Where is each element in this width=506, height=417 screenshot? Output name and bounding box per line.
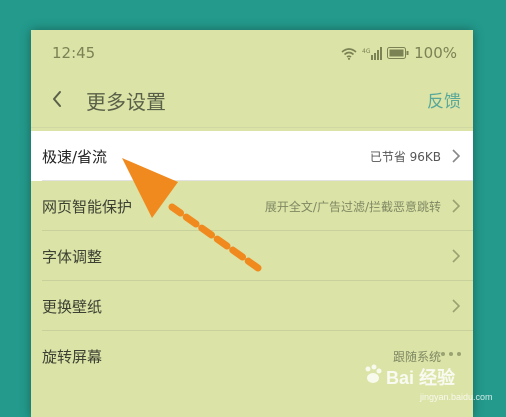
page-title: 更多设置 (86, 90, 166, 114)
setting-row-rotate-screen[interactable]: 旋转屏幕 跟随系统 (31, 331, 473, 381)
svg-text:4G: 4G (362, 48, 371, 55)
feedback-link[interactable]: 反馈 (427, 87, 461, 112)
setting-row-font-size[interactable]: 字体调整 (31, 231, 473, 281)
chevron-right-icon (452, 149, 460, 163)
chevron-right-icon (452, 199, 460, 213)
setting-value: 展开全文/广告过滤/拦截恶意跳转 (264, 200, 441, 214)
status-bar: 12:45 4G 100% (31, 30, 473, 76)
back-icon[interactable] (47, 88, 69, 110)
status-time: 12:45 (52, 44, 96, 62)
chevron-right-icon (452, 299, 460, 313)
setting-value: 已节省 96KB (369, 150, 441, 164)
setting-row-smart-protection[interactable]: 网页智能保护 展开全文/广告过滤/拦截恶意跳转 (31, 181, 473, 231)
signal-icon: 4G (362, 46, 383, 60)
settings-list: 极速/省流 已节省 96KB 网页智能保护 展开全文/广告过滤/拦截恶意跳转 字… (31, 131, 473, 381)
setting-label: 字体调整 (42, 248, 103, 266)
setting-row-wallpaper[interactable]: 更换壁纸 (31, 281, 473, 331)
setting-label: 极速/省流 (42, 148, 108, 166)
status-icons: 4G 100% (341, 44, 457, 62)
chevron-right-icon (452, 249, 460, 263)
more-icon (441, 352, 461, 356)
setting-label: 网页智能保护 (42, 198, 133, 216)
battery-level: 100% (414, 44, 457, 62)
phone-screen: 12:45 4G 100% 更多设置 反馈 极速/省流 已节省 96KB 网页智… (31, 30, 473, 417)
wifi-icon (341, 47, 357, 60)
setting-value: 跟随系统 (392, 350, 441, 364)
setting-label: 旋转屏幕 (42, 348, 103, 366)
nav-bar: 更多设置 反馈 (31, 76, 473, 122)
setting-row-speed-saving[interactable]: 极速/省流 已节省 96KB (31, 131, 473, 181)
header-divider (31, 127, 473, 128)
setting-label: 更换壁纸 (42, 298, 103, 316)
battery-icon (387, 47, 409, 59)
